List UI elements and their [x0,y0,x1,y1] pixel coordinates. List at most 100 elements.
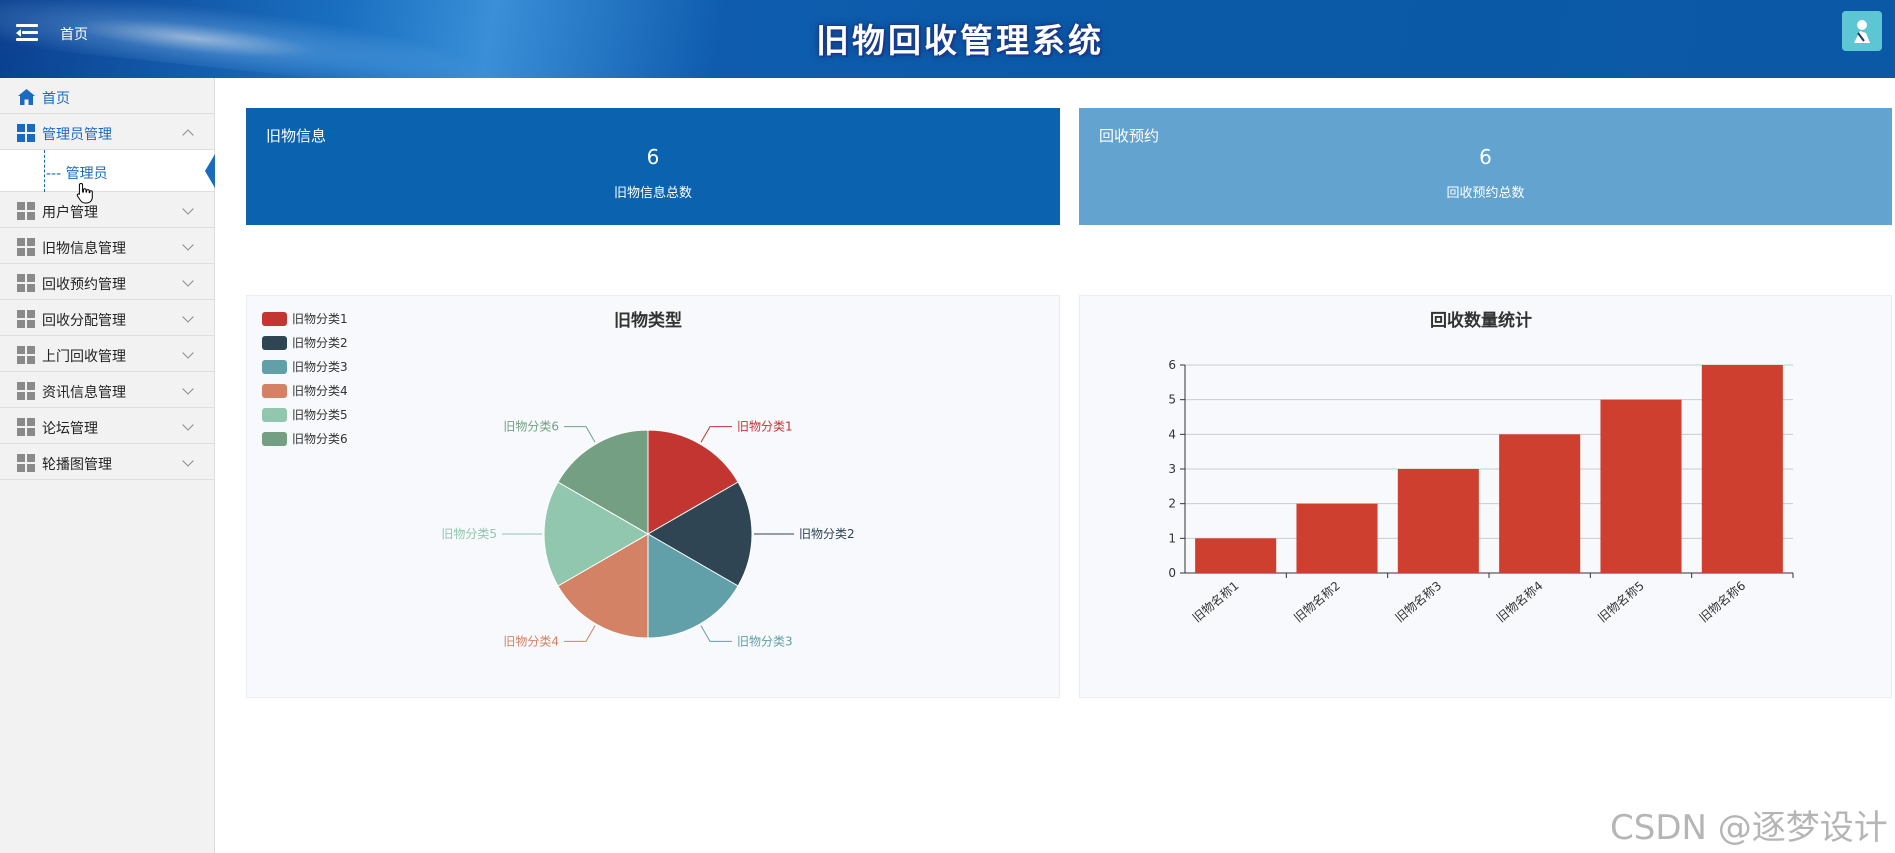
card-value: 6 [1479,145,1492,169]
grid-icon [17,310,35,328]
sidebar-item-pickup-management[interactable]: 上门回收管理 [0,336,214,372]
sidebar-item-item-info-management[interactable]: 旧物信息管理 [0,228,214,264]
grid-icon [17,454,35,472]
chart-title: 旧物类型 [614,310,682,331]
bar [1195,538,1277,573]
sidebar-item-user-management[interactable]: 用户管理 [0,192,214,228]
sidebar-item-admin-management[interactable]: 管理员管理 [0,114,214,150]
bar [1701,365,1783,573]
y-tick-label: 0 [1168,566,1176,580]
pie-label: 旧物分类1 [737,420,793,434]
x-tick-label: 旧物名称4 [1493,578,1545,625]
hand-cursor-icon [76,182,93,204]
pie-label-line [700,426,732,443]
pie-label-line [700,625,732,642]
pie-label: 旧物分类6 [503,420,559,434]
grid-icon [17,346,35,364]
x-tick-label: 旧物名称3 [1392,578,1444,625]
sidebar-item-label: 轮播图管理 [42,457,112,473]
legend-label: 旧物分类6 [292,432,348,446]
sidebar-item-label: 资讯信息管理 [42,385,126,401]
sidebar-item-allocation-management[interactable]: 回收分配管理 [0,300,214,336]
chart-title: 回收数量统计 [1430,310,1532,331]
home-icon [17,88,35,106]
y-tick-label: 6 [1168,358,1176,372]
sidebar-item-reservation-management[interactable]: 回收预约管理 [0,264,214,300]
bar [1600,399,1682,573]
legend-label: 旧物分类3 [292,360,348,374]
chevron-down-icon [182,203,194,215]
user-avatar-icon [1842,11,1882,51]
sidebar-item-carousel-management[interactable]: 轮播图管理 [0,444,214,480]
y-tick-label: 3 [1168,462,1176,476]
tree-line [44,150,45,192]
sidebar-item-label: 上门回收管理 [42,349,126,365]
pie-label: 旧物分类3 [737,634,793,648]
legend-swatch [262,432,287,446]
legend-label: 旧物分类4 [292,384,348,398]
chevron-up-icon [182,129,194,141]
x-tick-label: 旧物名称2 [1291,578,1343,625]
active-marker [205,154,215,188]
sidebar-subitem-admin[interactable]: --- 管理员 [0,150,215,192]
stat-card-items: 旧物信息 6 旧物信息总数 [246,108,1060,225]
y-tick-label: 4 [1168,427,1176,441]
pie-label: 旧物分类2 [799,527,855,541]
sidebar-item-forum-management[interactable]: 论坛管理 [0,408,214,444]
sidebar-item-home[interactable]: 首页 [0,78,214,114]
y-tick-label: 5 [1168,393,1176,407]
pie-label: 旧物分类4 [503,634,559,648]
sidebar-item-label: 首页 [42,91,70,107]
card-subtitle: 回收预约总数 [1446,186,1525,201]
card-title: 旧物信息 [266,127,327,145]
app-title: 旧物回收管理系统 [816,21,1104,60]
legend-label: 旧物分类5 [292,408,348,422]
pie-label-line [564,625,596,642]
sidebar-item-label: 回收分配管理 [42,313,126,329]
grid-icon [17,202,35,220]
bar-chart: 回收数量统计 0 1 2 3 4 5 6 旧物名称1 旧物名称2 旧物名称3 旧物名称4 旧物名称5 旧物… [1168,310,1794,625]
chevron-down-icon [182,419,194,431]
grid-icon [17,418,35,436]
x-tick-label: 旧物名称5 [1595,578,1647,625]
chevron-down-icon [182,311,194,323]
avatar[interactable] [1842,11,1882,51]
legend-label: 旧物分类2 [292,336,348,350]
pie-chart-panel: 旧物类型 旧物分类1 旧物分类2 旧物分类3 旧物分类4 旧物分类5 旧物分类6 旧物分类1 旧… [246,295,1060,698]
chevron-down-icon [182,239,194,251]
sidebar-item-label: 用户管理 [42,205,98,221]
grid-icon [17,124,35,142]
chevron-down-icon [182,383,194,395]
legend-swatch [262,360,287,374]
pie-label: 旧物分类5 [441,527,497,541]
y-tick-label: 2 [1168,497,1176,511]
sidebar-item-label: 管理员管理 [42,127,112,143]
top-header: 首页 旧物回收管理系统 [0,0,1895,78]
sidebar-item-label: 旧物信息管理 [42,241,126,257]
card-title: 回收预约 [1099,127,1160,145]
sidebar-item-news-management[interactable]: 资讯信息管理 [0,372,214,408]
x-tick-label: 旧物名称6 [1696,578,1748,625]
x-tick-label: 旧物名称1 [1189,578,1241,625]
pie-label-line [564,426,596,443]
card-subtitle: 旧物信息总数 [613,186,692,201]
bar [1296,503,1378,573]
sidebar-subitem-label: --- 管理员 [46,166,108,182]
grid-icon [17,238,35,256]
legend-swatch [262,408,287,422]
watermark-text: CSDN @逐梦设计 [1610,808,1888,848]
chevron-down-icon [182,275,194,287]
y-tick-label: 1 [1168,531,1176,545]
legend-swatch [262,312,287,326]
pie-chart: 旧物类型旧物分类1旧物分类2旧物分类3旧物分类4旧物分类5旧物分类6旧物分类1旧… [262,310,855,648]
sidebar: 首页 管理员管理 --- 管理员 用户管理 旧物信息管理 回收预约管理 回收分配… [0,78,215,853]
sidebar-item-label: 回收预约管理 [42,277,126,293]
chevron-down-icon [182,347,194,359]
legend-label: 旧物分类1 [292,312,348,326]
grid-icon [17,382,35,400]
chevron-down-icon [182,455,194,467]
bar [1397,469,1479,573]
legend-swatch [262,336,287,350]
stat-card-reservations: 回收预约 6 回收预约总数 [1079,108,1892,225]
bar [1499,434,1581,573]
